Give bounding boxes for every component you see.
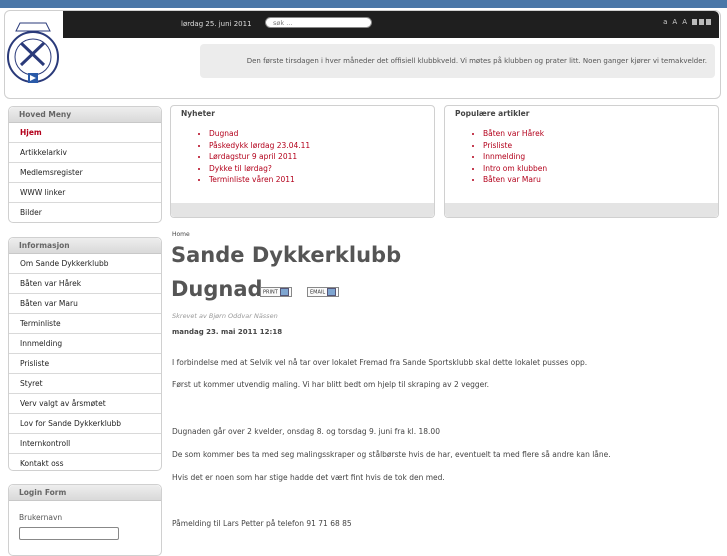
popular-item[interactable]: Intro om klubben: [483, 163, 718, 175]
info-item-board[interactable]: Styret: [9, 374, 161, 394]
header: lørdag 25. juni 2011 søk ... aAA Den før…: [4, 10, 721, 99]
popular-footer: [445, 203, 718, 217]
menu-item-pictures[interactable]: Bilder: [9, 203, 161, 222]
article-paragraph: De som kommer bes ta med seg malingsskra…: [172, 450, 611, 459]
article-date: mandag 23. mai 2011 12:18: [172, 328, 283, 336]
info-item-boat-maru[interactable]: Båten var Maru: [9, 294, 161, 314]
site-title: Sande Dykkerklubb: [171, 243, 402, 267]
news-title: Nyheter: [181, 109, 215, 118]
info-menu: Informasjon Om Sande Dykkerklubb Båten v…: [8, 237, 162, 471]
username-label: Brukernavn: [19, 513, 63, 522]
top-bar: [0, 0, 727, 8]
popular-title: Populære artikler: [455, 109, 530, 118]
font-size-controls: aAA: [661, 18, 711, 26]
layout-wide-icon[interactable]: [706, 19, 711, 25]
article-paragraph: I forbindelse med at Selvik vel nå tar o…: [172, 358, 588, 367]
info-item-schedule[interactable]: Terminliste: [9, 314, 161, 334]
popular-item[interactable]: Båten var Hårek: [483, 128, 718, 140]
search-input[interactable]: søk ...: [265, 17, 372, 28]
article-title[interactable]: Dugnad: [171, 277, 263, 301]
info-item-boat-harek[interactable]: Båten var Hårek: [9, 274, 161, 294]
article-paragraph: Dugnaden går over 2 kvelder, onsdag 8. o…: [172, 427, 440, 436]
info-item-bylaws[interactable]: Lov for Sande Dykkerklubb: [9, 414, 161, 434]
menu-item-home[interactable]: Hjem: [9, 123, 161, 143]
news-item[interactable]: Lørdagstur 9 april 2011: [209, 151, 434, 163]
print-label: PRINT: [263, 289, 278, 296]
layout-narrow-icon[interactable]: [692, 19, 697, 25]
club-logo[interactable]: [6, 13, 64, 93]
article-paragraph: Hvis det er noen som har stige hadde det…: [172, 473, 445, 482]
popular-item[interactable]: Innmelding: [483, 151, 718, 163]
email-button[interactable]: EMAIL: [307, 287, 340, 297]
menu-item-article-archive[interactable]: Artikkelarkiv: [9, 143, 161, 163]
article-author: Skrevet av Bjørn Oddvar Nässen: [172, 312, 278, 320]
info-menu-title: Informasjon: [9, 238, 161, 254]
current-date: lørdag 25. juni 2011: [181, 20, 252, 28]
layout-medium-icon[interactable]: [699, 19, 704, 25]
info-item-elected[interactable]: Verv valgt av årsmøtet: [9, 394, 161, 414]
breadcrumb[interactable]: Home: [172, 231, 190, 238]
envelope-icon: [327, 288, 337, 296]
info-item-contact[interactable]: Kontakt oss: [9, 454, 161, 473]
font-size-large-button[interactable]: A: [682, 18, 690, 26]
announcement-banner: Den første tirsdagen i hver måneder det …: [200, 44, 715, 78]
header-bar: lørdag 25. juni 2011 søk ... aAA: [63, 11, 719, 38]
popular-module: Populære artikler Båten var Hårek Prisli…: [444, 105, 719, 218]
news-item[interactable]: Dykke til lørdag?: [209, 163, 434, 175]
font-size-small-button[interactable]: a: [663, 18, 670, 26]
main-menu: Hoved Meny Hjem Artikkelarkiv Medlemsreg…: [8, 106, 162, 223]
menu-item-www-links[interactable]: WWW linker: [9, 183, 161, 203]
info-item-prices[interactable]: Prisliste: [9, 354, 161, 374]
popular-list: Båten var Hårek Prisliste Innmelding Int…: [445, 128, 718, 186]
news-item[interactable]: Terminliste våren 2011: [209, 174, 434, 186]
main-menu-title: Hoved Meny: [9, 107, 161, 123]
login-form-title: Login Form: [9, 485, 161, 501]
info-item-internal-control[interactable]: Internkontroll: [9, 434, 161, 454]
info-item-about[interactable]: Om Sande Dykkerklubb: [9, 254, 161, 274]
article-paragraph: Først ut kommer utvendig maling. Vi har …: [172, 380, 490, 389]
username-input[interactable]: [19, 527, 119, 540]
info-item-signup[interactable]: Innmelding: [9, 334, 161, 354]
news-module: Nyheter Dugnad Påskedykk lørdag 23.04.11…: [170, 105, 435, 218]
print-button[interactable]: PRINT: [260, 287, 292, 297]
popular-item[interactable]: Prisliste: [483, 140, 718, 152]
news-item[interactable]: Dugnad: [209, 128, 434, 140]
news-footer: [171, 203, 434, 217]
email-label: EMAIL: [310, 289, 326, 296]
menu-item-member-register[interactable]: Medlemsregister: [9, 163, 161, 183]
font-size-medium-button[interactable]: A: [672, 18, 680, 26]
printer-icon: [279, 288, 289, 296]
article-paragraph: Påmelding til Lars Petter på telefon 91 …: [172, 519, 352, 528]
news-item[interactable]: Påskedykk lørdag 23.04.11: [209, 140, 434, 152]
news-list: Dugnad Påskedykk lørdag 23.04.11 Lørdags…: [171, 128, 434, 186]
popular-item[interactable]: Båten var Maru: [483, 174, 718, 186]
